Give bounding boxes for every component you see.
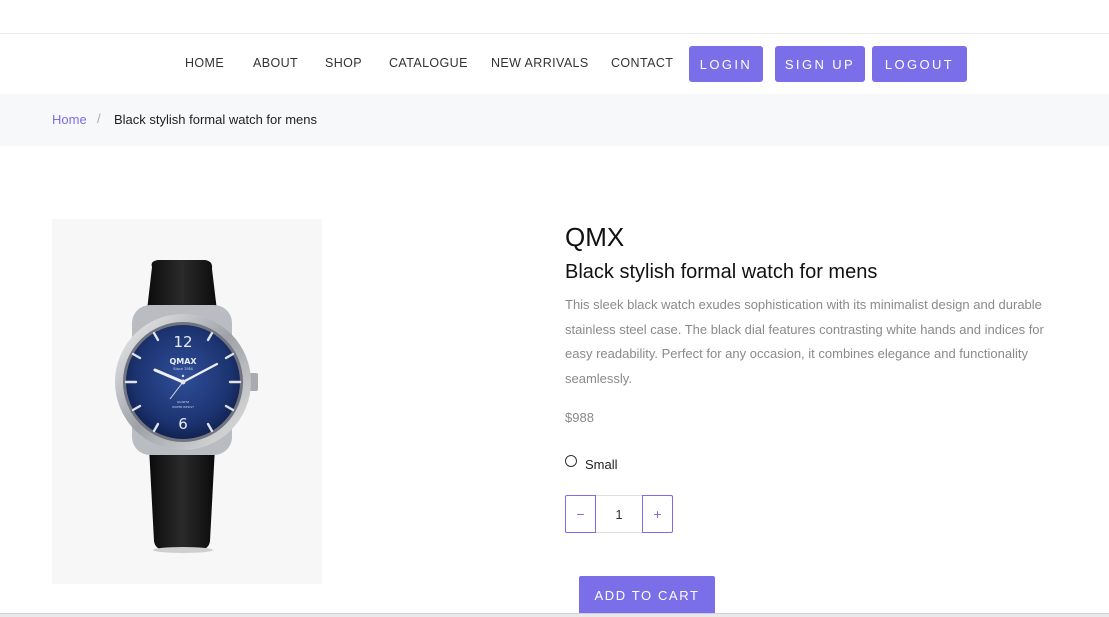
nav-new-arrivals[interactable]: NEW ARRIVALS (491, 56, 589, 70)
dial-12: 12 (173, 333, 192, 351)
add-to-cart-button[interactable]: ADD TO CART (579, 576, 715, 614)
quantity-input[interactable]: 1 (596, 495, 642, 533)
size-radio[interactable] (565, 454, 577, 467)
dial-6: 6 (178, 415, 188, 433)
dial-brand: QMAX (169, 357, 197, 366)
nav-home[interactable]: HOME (185, 56, 224, 70)
size-label: Small (585, 457, 618, 472)
size-option[interactable]: Small (565, 454, 618, 472)
strap-bottom (149, 447, 215, 550)
dial-bottom2: WATER RESIST (172, 405, 194, 409)
main-nav: HOME ABOUT SHOP CATALOGUE NEW ARRIVALS C… (0, 35, 1109, 93)
strap-shadow (153, 547, 213, 553)
login-button[interactable]: LOGIN (689, 46, 763, 82)
nav-about[interactable]: ABOUT (253, 56, 298, 70)
product-title: Black stylish formal watch for mens (565, 261, 878, 283)
product-price: $988 (565, 410, 594, 425)
watch-image: 12 6 QMAX Since 1946 QUARTZ WATER RESIST (115, 260, 258, 553)
nav-catalogue[interactable]: CATALOGUE (389, 56, 468, 70)
dial-sub: Since 1946 (173, 367, 193, 371)
bottom-scroll-edge (0, 613, 1109, 617)
breadcrumb-separator: / (97, 111, 101, 126)
breadcrumb-current: Black stylish formal watch for mens (114, 112, 318, 127)
dial-bottom1: QUARTZ (177, 400, 189, 404)
quantity-stepper: − 1 + (565, 495, 673, 533)
top-strip (0, 0, 1109, 34)
product-brand: QMX (565, 222, 625, 252)
logout-button[interactable]: LOGOUT (872, 46, 967, 82)
breadcrumb-home-link[interactable]: Home (52, 112, 87, 127)
breadcrumb: Home / Black stylish formal watch for me… (0, 94, 1109, 146)
signup-button[interactable]: SIGN UP (775, 46, 865, 82)
nav-shop[interactable]: SHOP (325, 56, 362, 70)
hand-pin (180, 379, 186, 385)
product-image: 12 6 QMAX Since 1946 QUARTZ WATER RESIST (52, 219, 322, 584)
quantity-minus-button[interactable]: − (565, 495, 596, 533)
nav-contact[interactable]: CONTACT (611, 56, 673, 70)
quantity-plus-button[interactable]: + (642, 495, 673, 533)
product-description: This sleek black watch exudes sophistica… (565, 297, 1044, 386)
